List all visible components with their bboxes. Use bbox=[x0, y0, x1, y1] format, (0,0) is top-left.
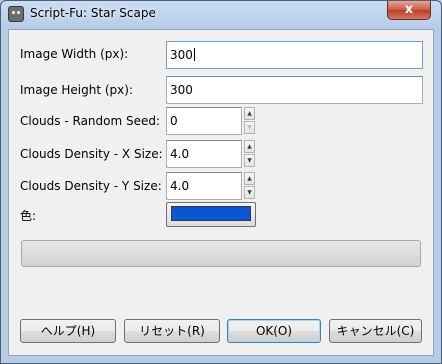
density-y-up-button[interactable]: ▲ bbox=[244, 172, 255, 185]
density-y-down-button[interactable]: ▼ bbox=[244, 186, 255, 199]
gimp-app-icon bbox=[8, 6, 24, 22]
random-seed-label: Clouds - Random Seed: bbox=[20, 114, 161, 128]
density-x-input[interactable]: 4.0 bbox=[166, 140, 242, 168]
color-label: 色: bbox=[20, 209, 37, 223]
color-swatch bbox=[171, 206, 251, 221]
title-bar[interactable]: Script-Fu: Star Scape x bbox=[1, 1, 441, 29]
image-height-value: 300 bbox=[170, 83, 193, 97]
image-width-value: 300 bbox=[170, 48, 193, 62]
random-seed-spinner: ▲ ▼ bbox=[244, 107, 256, 135]
window-title: Script-Fu: Star Scape bbox=[30, 6, 156, 20]
random-seed-down-button[interactable]: ▼ bbox=[244, 121, 255, 134]
image-height-label: Image Height (px): bbox=[20, 83, 134, 97]
density-y-spinner: ▲ ▼ bbox=[244, 172, 256, 200]
ok-button[interactable]: OK(O) bbox=[227, 319, 321, 343]
cancel-button[interactable]: キャンセル(C) bbox=[329, 319, 422, 343]
density-x-label: Clouds Density - X Size: bbox=[20, 147, 163, 161]
density-x-down-button[interactable]: ▼ bbox=[244, 154, 255, 167]
text-caret bbox=[193, 48, 195, 61]
dialog-window: Script-Fu: Star Scape x Image Width (px)… bbox=[0, 0, 442, 364]
random-seed-up-button[interactable]: ▲ bbox=[244, 107, 255, 120]
density-x-up-button[interactable]: ▲ bbox=[244, 140, 255, 153]
image-width-input[interactable]: 300 bbox=[166, 41, 423, 69]
density-y-label: Clouds Density - Y Size: bbox=[20, 179, 162, 193]
dialog-content: Image Width (px): 300 Image Height (px):… bbox=[8, 29, 434, 356]
density-x-value: 4.0 bbox=[170, 147, 190, 161]
progress-bar bbox=[21, 240, 421, 267]
density-y-input[interactable]: 4.0 bbox=[166, 172, 242, 200]
random-seed-value: 0 bbox=[170, 114, 178, 128]
image-width-label: Image Width (px): bbox=[20, 47, 129, 61]
help-button[interactable]: ヘルプ(H) bbox=[20, 319, 116, 343]
density-y-value: 4.0 bbox=[170, 179, 190, 193]
random-seed-input[interactable]: 0 bbox=[166, 107, 242, 135]
reset-button[interactable]: リセット(R) bbox=[124, 319, 220, 343]
density-x-spinner: ▲ ▼ bbox=[244, 140, 256, 168]
image-height-input[interactable]: 300 bbox=[166, 76, 423, 104]
close-button[interactable]: x bbox=[387, 1, 431, 20]
color-picker-button[interactable] bbox=[166, 202, 256, 227]
